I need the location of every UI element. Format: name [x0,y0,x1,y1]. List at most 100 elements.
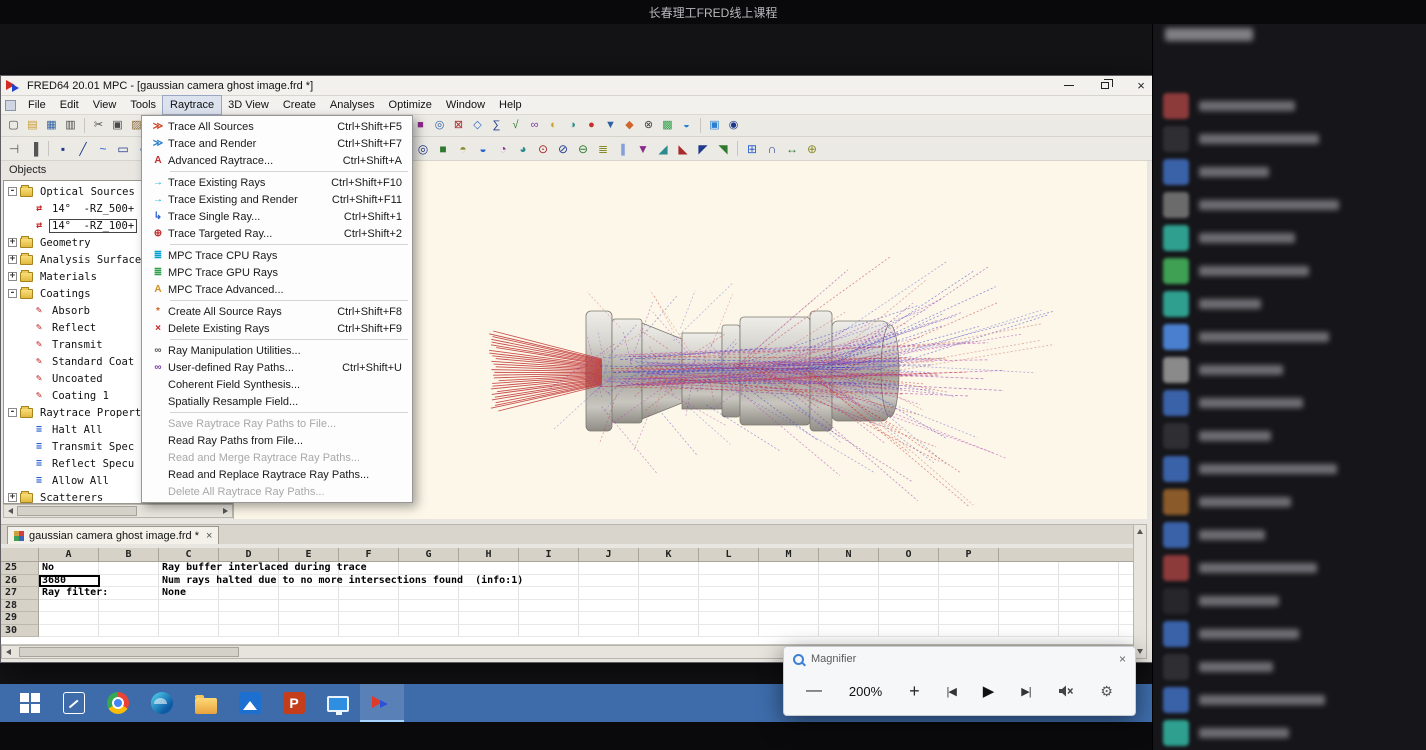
sheet-row-cells[interactable] [39,600,1133,613]
magnifier-titlebar[interactable]: Magnifier × [784,647,1135,671]
view-zoom-icon[interactable]: ⊕ [803,140,821,158]
menubar-item-analyses[interactable]: Analyses [323,96,382,114]
sheet-row-number[interactable]: 28 [1,600,39,613]
expander-icon[interactable]: + [8,272,17,281]
scroll-right-icon[interactable] [223,508,228,514]
raytrace-menu-item-trace-existing-rays[interactable]: →Trace Existing RaysCtrl+Shift+F10 [142,174,412,191]
sheet-column-header-n[interactable]: N [819,548,879,562]
participant-row[interactable] [1163,455,1417,483]
raytrace-menu-item-ray-manipulation-utilities[interactable]: ∞Ray Manipulation Utilities... [142,342,412,359]
raytrace-menu-item-advanced-raytrace[interactable]: AAdvanced Raytrace...Ctrl+Shift+A [142,152,412,169]
view-pan-icon[interactable]: ↔ [783,140,801,158]
screen-share-taskbar-button[interactable] [316,684,360,722]
surface-revolve-icon[interactable]: ◔ [494,140,512,158]
measure-tool-icon[interactable]: ◤ [694,140,712,158]
participant-row[interactable] [1163,323,1417,351]
sheet-row-number[interactable]: 25 [1,562,39,575]
sheet-column-header-c[interactable]: C [159,548,219,562]
menubar-item-file[interactable]: File [21,96,53,114]
raytrace-menu-item-delete-all-raytrace-ray-paths[interactable]: Delete All Raytrace Ray Paths... [142,483,412,500]
raytrace-menu-item-read-ray-paths-from-file[interactable]: Read Ray Paths from File... [142,432,412,449]
create-curve-icon[interactable]: ~ [94,140,112,158]
menubar-item-raytrace[interactable]: Raytrace [163,96,221,114]
text-element-icon[interactable]: ▼ [634,140,652,158]
participant-row[interactable] [1163,719,1417,747]
copy-icon[interactable]: ▣ [109,117,126,134]
view-3d-icon[interactable]: ▣ [706,117,723,134]
participant-row[interactable] [1163,620,1417,648]
participant-row[interactable] [1163,191,1417,219]
participant-row[interactable] [1163,653,1417,681]
split-view-icon[interactable]: ▐ [25,140,43,158]
expander-icon[interactable]: - [8,187,17,196]
participant-row[interactable] [1163,257,1417,285]
raytrace-menu-item-mpc-trace-advanced[interactable]: AMPC Trace Advanced... [142,281,412,298]
start-taskbar-button[interactable] [8,684,52,722]
menubar-item-view[interactable]: View [86,96,124,114]
aperture-element-icon[interactable]: ⊙ [534,140,552,158]
window-titlebar[interactable]: FRED64 20.01 MPC - [gaussian camera ghos… [1,76,1159,96]
view-fit-icon[interactable]: ⊞ [743,140,761,158]
edge-taskbar-button[interactable] [140,684,184,722]
raytrace-menu-item-user-defined-ray-paths[interactable]: ∞User-defined Ray Paths...Ctrl+Shift+U [142,359,412,376]
raytrace-menu-item-read-and-merge-raytrace-ray-paths[interactable]: Read and Merge Raytrace Ray Paths... [142,449,412,466]
participant-row[interactable] [1163,356,1417,384]
coating-tool-icon[interactable]: ⊗ [640,117,657,134]
sheet-column-header-p[interactable]: P [939,548,999,562]
mute-speaker-icon[interactable] [1058,684,1074,698]
sheet-column-header-k[interactable]: K [639,548,699,562]
scrollbar-thumb[interactable] [17,506,137,516]
surface-plane-icon[interactable]: ▭ [114,140,132,158]
restore-button[interactable] [1087,76,1123,95]
minimize-button[interactable] [1051,76,1087,95]
zoom-in-button[interactable]: + [909,681,920,702]
raytrace-menu-item-trace-existing-and-render[interactable]: →Trace Existing and RenderCtrl+Shift+F11 [142,191,412,208]
scroll-down-icon[interactable] [1137,649,1143,654]
sum-tool-icon[interactable]: ∑ [488,117,505,134]
raytrace-menu-item-spatially-resample-field[interactable]: Spatially Resample Field... [142,393,412,410]
ellipsoid-element-icon[interactable]: ◒ [474,140,492,158]
file-explorer-taskbar-button[interactable] [184,684,228,722]
ink-workspace-taskbar-button[interactable] [52,684,96,722]
export-cad-icon[interactable]: ◣ [674,140,692,158]
expander-icon[interactable]: + [8,255,17,264]
print-icon[interactable]: ▥ [62,117,79,134]
participant-row[interactable] [1163,422,1417,450]
sheet-row-cells[interactable] [39,612,1133,625]
selected-cell[interactable] [39,575,100,588]
create-line-icon[interactable]: ╱ [74,140,92,158]
next-button[interactable]: ▶| [1021,685,1030,698]
create-point-icon[interactable]: ▪ [54,140,72,158]
magnifier-close-icon[interactable]: × [1119,652,1126,666]
participant-row[interactable] [1163,521,1417,549]
sheet-row-number[interactable]: 29 [1,612,39,625]
fiber-element-icon[interactable]: ∥ [614,140,632,158]
participant-row[interactable] [1163,158,1417,186]
optimize-tool-icon[interactable]: ∞ [526,117,543,134]
participant-row[interactable] [1163,125,1417,153]
scroll-left-icon[interactable] [6,649,11,655]
sheet-row-number[interactable]: 27 [1,587,39,600]
participant-row[interactable] [1163,686,1417,714]
sheet-column-header-l[interactable]: L [699,548,759,562]
output-spreadsheet[interactable]: ABCDEFGHIJKLMNOP 25NoRay buffer interlac… [1,548,1133,637]
expander-icon[interactable]: + [8,493,17,502]
sheet-row-cells[interactable]: NoRay buffer interlaced during trace [39,562,1133,575]
menubar-item-window[interactable]: Window [439,96,492,114]
sheet-column-header-h[interactable]: H [459,548,519,562]
sphere-element-icon[interactable]: ◓ [454,140,472,158]
blurred-chat-panel[interactable] [1152,0,1426,750]
raytrace-menu-item-coherent-field-synthesis[interactable]: Coherent Field Synthesis... [142,376,412,393]
sheet-row-cells[interactable]: 3680Num rays halted due to no more inter… [39,575,1133,588]
note-tool-icon[interactable]: ◥ [714,140,732,158]
sheet-column-header-e[interactable]: E [279,548,339,562]
scroll-left-icon[interactable] [8,508,13,514]
dock-handle-icon[interactable]: ⊣ [5,140,23,158]
lens-view-icon[interactable]: ◎ [431,117,448,134]
baffle-element-icon[interactable]: ⊖ [574,140,592,158]
fred-taskbar-button[interactable] [360,684,404,722]
view-rotate-icon[interactable]: ∩ [763,140,781,158]
import-cad-icon[interactable]: ◢ [654,140,672,158]
zoom-out-button[interactable]: — [806,682,822,700]
raytrace-menu-item-delete-existing-rays[interactable]: ×Delete Existing RaysCtrl+Shift+F9 [142,320,412,337]
